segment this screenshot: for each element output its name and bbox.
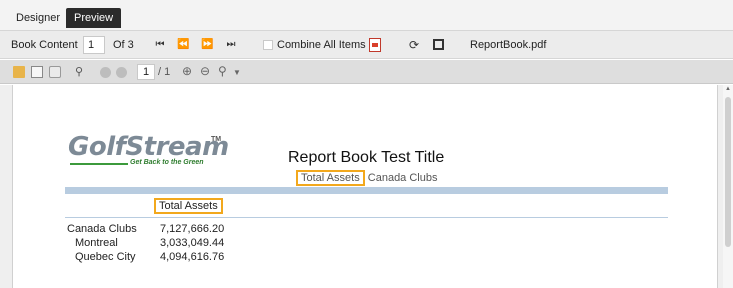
breadcrumb-canada-clubs[interactable]: Canada Clubs — [368, 172, 438, 184]
report-viewport: ▲ GolfStream TM Get Back to the Green Re… — [0, 85, 733, 288]
logo-underline — [70, 163, 128, 165]
report-title: Report Book Test Title — [288, 149, 445, 166]
back-icon[interactable] — [100, 67, 111, 78]
column-rule — [65, 217, 668, 218]
row-label: Canada Clubs — [67, 223, 137, 235]
viewer-page-total: / 1 — [158, 66, 171, 78]
first-page-icon[interactable]: ⏮ — [154, 39, 166, 51]
golfstream-logo: GolfStream — [68, 132, 229, 162]
column-header-total-assets: Total Assets — [154, 198, 223, 214]
row-label: Quebec City — [75, 251, 136, 263]
pdf-icon[interactable] — [369, 38, 381, 52]
row-label: Montreal — [75, 237, 118, 249]
zoom-out-icon[interactable]: ⊖ — [200, 64, 210, 78]
next-page-icon[interactable]: ⏩ — [201, 39, 213, 51]
tab-designer[interactable]: Designer — [8, 8, 69, 28]
report-breadcrumb: Total Assets Canada Clubs — [296, 170, 438, 186]
book-page-count: Of 3 — [113, 39, 134, 51]
tab-preview[interactable]: Preview — [66, 8, 122, 28]
print-icon[interactable] — [49, 66, 61, 78]
vertical-scrollbar[interactable]: ▲ — [723, 85, 733, 288]
last-page-icon[interactable]: ⏭ — [225, 39, 237, 51]
open-folder-icon[interactable] — [13, 66, 25, 78]
zoom-icon[interactable]: ⚲ — [218, 64, 227, 78]
zoom-in-icon[interactable]: ⊕ — [182, 64, 192, 78]
combine-all-label: Combine All Items — [277, 39, 366, 51]
logo-trademark: TM — [211, 136, 222, 143]
combine-all-checkbox[interactable] — [263, 40, 273, 50]
prev-page-icon[interactable]: ⏪ — [177, 39, 189, 51]
dropdown-caret-icon[interactable]: ▼ — [233, 66, 241, 80]
breadcrumb-total-assets[interactable]: Total Assets — [296, 170, 365, 186]
book-content-label: Book Content — [11, 39, 78, 51]
save-icon[interactable] — [31, 66, 43, 78]
find-icon[interactable]: ⚲ — [75, 66, 87, 78]
pdf-filename[interactable]: ReportBook.pdf — [470, 38, 546, 52]
column-header-label: Total Assets — [154, 198, 223, 214]
stop-icon[interactable] — [433, 39, 444, 50]
logo-tagline: Get Back to the Green — [130, 159, 204, 166]
book-page-input[interactable]: 1 — [83, 36, 105, 54]
scroll-thumb[interactable] — [725, 97, 731, 247]
row-value: 3,033,049.44 — [160, 237, 225, 249]
row-value: 7,127,666.20 — [160, 223, 225, 235]
forward-icon[interactable] — [116, 67, 127, 78]
tab-strip: Designer Preview — [0, 0, 733, 30]
scroll-up-icon[interactable]: ▲ — [725, 85, 731, 93]
viewer-toolbar: ⚲ 1 / 1 ⊕ ⊖ ⚲ ▼ — [0, 60, 733, 84]
book-toolbar: Book Content 1 Of 3 ⏮ ⏪ ⏩ ⏭ Combine All … — [0, 30, 733, 59]
row-value: 4,094,616.76 — [160, 251, 225, 263]
viewer-page-input[interactable]: 1 — [137, 64, 155, 80]
header-band — [65, 187, 668, 194]
refresh-icon[interactable]: ⟳ — [409, 38, 419, 52]
